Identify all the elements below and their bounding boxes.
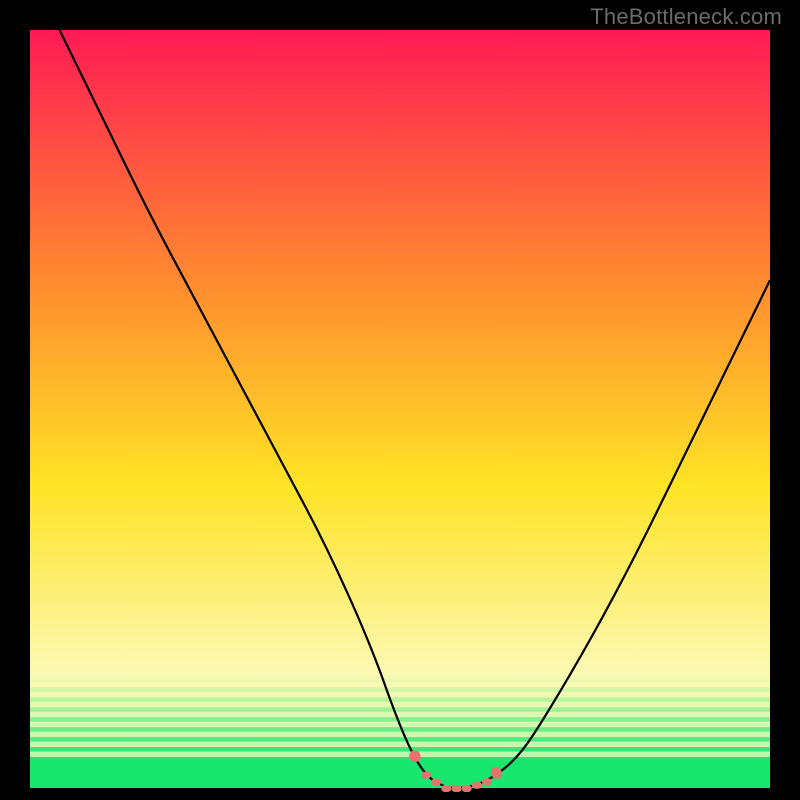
watermark-text: TheBottleneck.com	[590, 4, 782, 30]
bottleneck-chart	[0, 0, 800, 800]
plot-area	[30, 30, 770, 788]
chart-stage: TheBottleneck.com	[0, 0, 800, 800]
